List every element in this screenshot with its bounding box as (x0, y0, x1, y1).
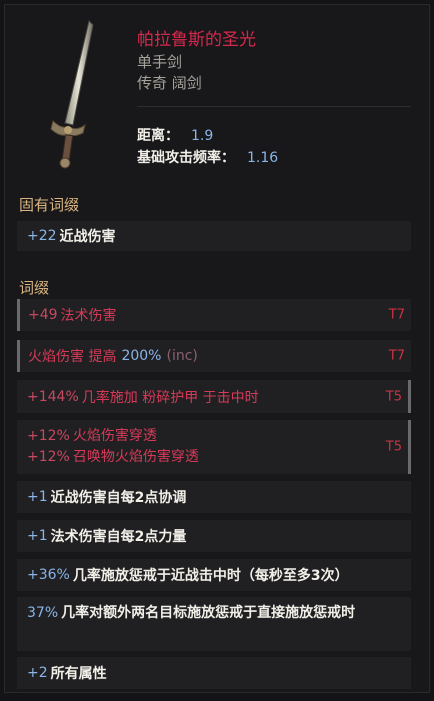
affix-value: 200% (121, 348, 162, 364)
affix-text: 火焰伤害 提高 (28, 349, 117, 365)
legendary-affix-row: +1 法术伤害自每2点力量 (17, 520, 411, 552)
stat-value: 1.9 (191, 128, 214, 144)
affix-text: 法术伤害 (60, 308, 117, 324)
affix-value: +2 (27, 665, 48, 681)
affix-line: +12% 火焰伤害穿透 (27, 426, 157, 447)
affix-value: +22 (27, 228, 57, 244)
affix-value: +12% (27, 428, 70, 444)
stat-range: 距离： 1.9 (137, 125, 213, 145)
stat-label: 基础攻击频率： (137, 150, 235, 166)
affix-value: +1 (27, 528, 48, 544)
stat-attack-rate: 基础攻击频率： 1.16 (137, 147, 278, 167)
affix-suffix: (inc) (166, 348, 198, 364)
affix-text: 近战伤害自每2点协调 (50, 490, 187, 506)
affix-section-title: 词缀 (19, 279, 50, 297)
affix-row: +144% 几率施加 粉碎护甲 于击中时 T5 (17, 380, 411, 413)
affix-tier: T5 (385, 389, 402, 404)
stat-value: 1.16 (247, 150, 279, 166)
affix-line: +12% 召唤物火焰伤害穿透 (27, 447, 199, 468)
affix-value: +144% (27, 388, 79, 405)
item-rarity: 传奇 阔剑 (137, 74, 202, 92)
affix-tier: T7 (388, 348, 405, 364)
legendary-affix-row: +2 所有属性 (17, 657, 411, 689)
affix-row: +49 法术伤害 T7 (17, 299, 411, 331)
item-name: 帕拉鲁斯的圣光 (137, 30, 256, 50)
affix-value: 37% (27, 605, 59, 621)
affix-text: 几率施加 粉碎护甲 于击中时 (81, 389, 259, 406)
item-tooltip: 帕拉鲁斯的圣光 单手剑 传奇 阔剑 距离： 1.9 基础攻击频率： 1.16 固有词… (4, 4, 430, 693)
affix-text: 召唤物火焰伤害穿透 (72, 449, 199, 465)
affix-text: 近战伤害 (59, 229, 116, 245)
affix-row: 火焰伤害 提高 200% (inc) T7 (17, 340, 411, 372)
affix-text: 几率施放惩戒于近战击中时（每秒至多3次） (72, 568, 349, 584)
legendary-affix-row: +36% 几率施放惩戒于近战击中时（每秒至多3次） (17, 559, 411, 591)
legendary-affix-row: 37% 几率对额外两名目标施放惩戒于直接施放惩戒时 (17, 597, 411, 651)
affix-value: +1 (27, 489, 48, 505)
stat-label: 距离： (137, 128, 179, 144)
divider (137, 106, 411, 107)
affix-value: +12% (27, 449, 70, 465)
affix-text: 几率对额外两名目标施放惩戒于直接施放惩戒时 (61, 605, 356, 621)
legendary-affix-row: +1 近战伤害自每2点协调 (17, 481, 411, 513)
affix-text: 所有属性 (50, 666, 107, 682)
affix-tier: T7 (388, 307, 405, 323)
implicit-row: +22 近战伤害 (17, 221, 411, 251)
item-base-type: 单手剑 (137, 53, 183, 71)
affix-text: 火焰伤害穿透 (72, 428, 157, 444)
affix-value: +36% (27, 567, 70, 583)
affix-row: +12% 火焰伤害穿透 +12% 召唤物火焰伤害穿透 T5 (17, 420, 411, 474)
item-type: 单手剑 传奇 阔剑 (137, 52, 202, 94)
broadsword-icon (50, 20, 94, 169)
affix-text: 法术伤害自每2点力量 (50, 529, 187, 545)
affix-tier: T5 (385, 439, 402, 455)
item-header: 帕拉鲁斯的圣光 单手剑 传奇 阔剑 距离： 1.9 基础攻击频率： 1.16 (5, 5, 429, 183)
implicit-section-title: 固有词缀 (19, 196, 80, 214)
affix-value: +49 (28, 307, 58, 323)
